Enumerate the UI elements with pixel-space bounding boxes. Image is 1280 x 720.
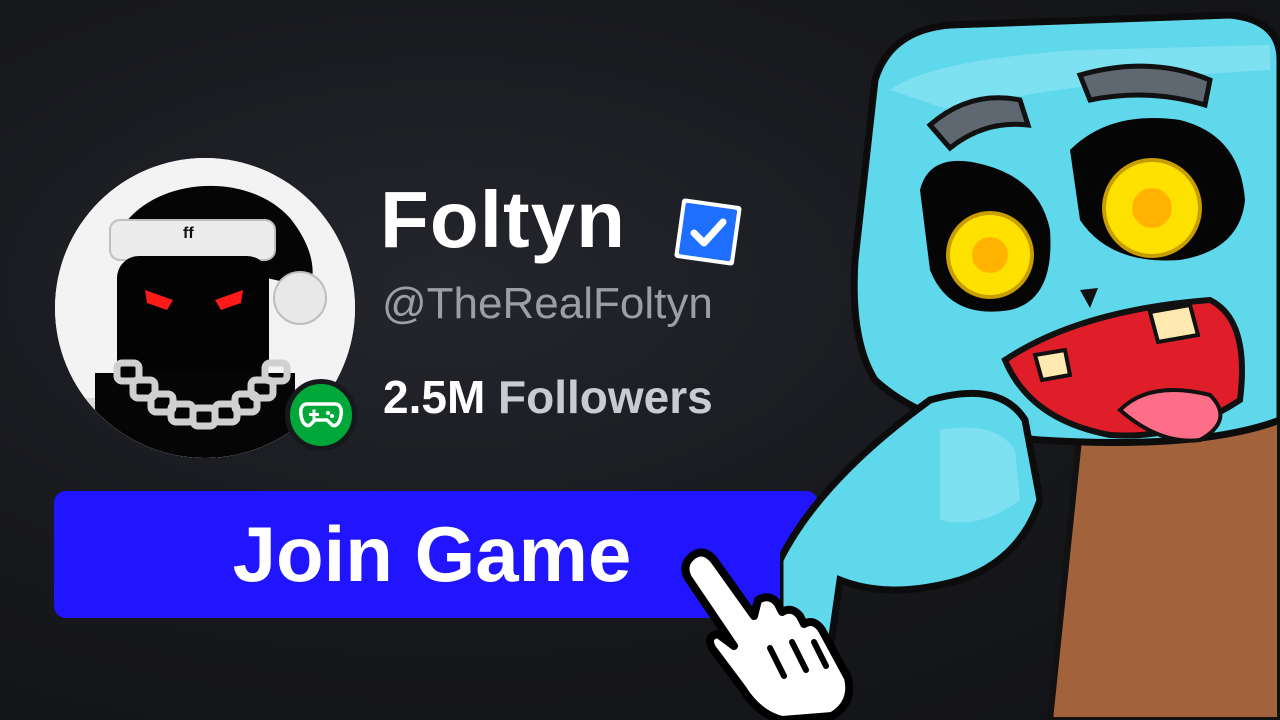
join-game-label: Join Game xyxy=(232,510,632,598)
svg-text:ff: ff xyxy=(183,225,194,242)
presence-badge xyxy=(285,379,357,451)
followers-count: 2.5M xyxy=(383,371,486,423)
gamepad-icon xyxy=(299,402,343,428)
display-name: Foltyn xyxy=(380,175,626,264)
verified-check-icon xyxy=(674,198,742,266)
hand-pointer-cursor-icon xyxy=(681,548,854,720)
followers-stat: 2.5M Followers xyxy=(383,374,713,420)
user-handle: @TheRealFoltyn xyxy=(382,279,713,328)
followers-label: Followers xyxy=(498,371,713,423)
